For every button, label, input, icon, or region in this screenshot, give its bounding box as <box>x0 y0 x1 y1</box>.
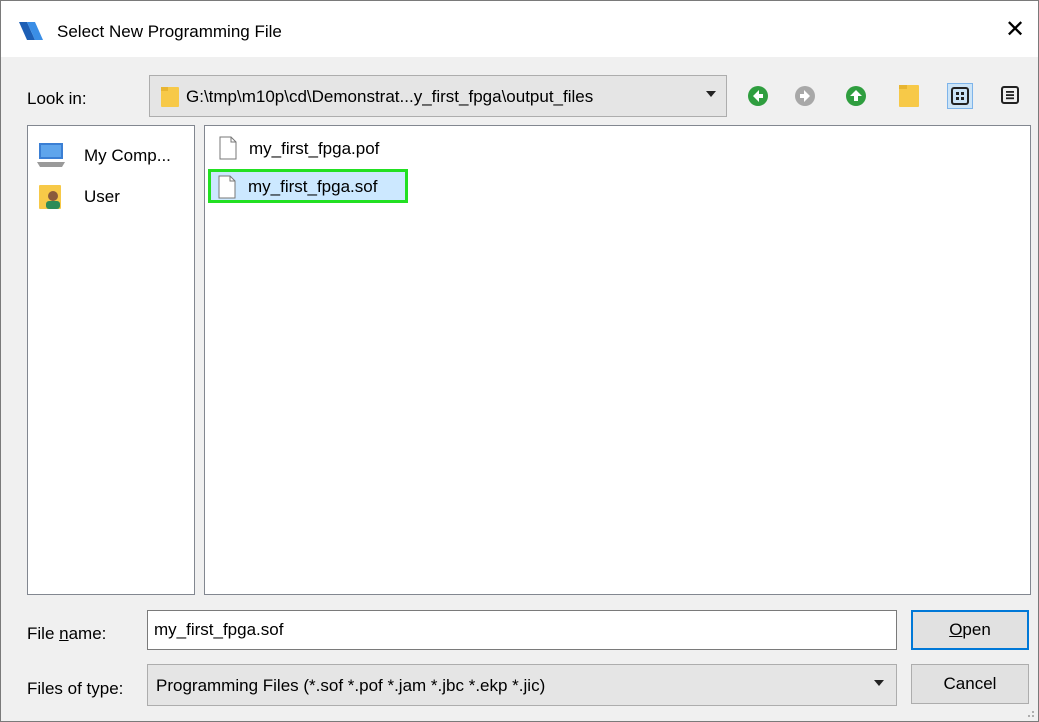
files-of-type-value: Programming Files (*.sof *.pof *.jam *.j… <box>156 676 546 695</box>
back-icon[interactable] <box>746 84 770 108</box>
title-bar: Select New Programming File ✕ <box>1 1 1038 57</box>
file-name: my_first_fpga.pof <box>249 139 380 158</box>
user-folder-icon <box>39 185 61 209</box>
computer-icon <box>37 143 65 167</box>
forward-icon[interactable] <box>793 84 817 108</box>
open-button[interactable]: Open <box>911 610 1029 650</box>
files-of-type-combo[interactable]: Programming Files (*.sof *.pof *.jam *.j… <box>147 664 897 706</box>
sidebar-item-label: My Comp... <box>84 146 171 165</box>
list-item-file-selected[interactable]: my_first_fpga.sof <box>208 169 408 203</box>
dropdown-arrow-icon <box>706 91 716 97</box>
sidebar-item-user[interactable]: User <box>36 181 188 213</box>
file-icon <box>218 175 236 199</box>
places-sidebar: My Comp... User <box>27 125 195 595</box>
file-name-input[interactable] <box>147 610 897 650</box>
sidebar-item-my-computer[interactable]: My Comp... <box>36 140 188 172</box>
list-view-icon <box>951 87 969 105</box>
up-folder-icon[interactable] <box>844 84 868 108</box>
look-in-combo[interactable]: G:\tmp\m10p\cd\Demonstrat...y_first_fpga… <box>149 75 727 117</box>
look-in-path: G:\tmp\m10p\cd\Demonstrat...y_first_fpga… <box>186 87 594 106</box>
detail-view-button[interactable] <box>998 83 1024 109</box>
new-folder-icon[interactable] <box>897 82 921 110</box>
list-item-file[interactable]: my_first_fpga.pof <box>215 134 415 166</box>
sidebar-item-label: User <box>84 187 120 206</box>
close-icon: ✕ <box>1004 15 1026 43</box>
file-dialog: Select New Programming File ✕ Look in: G… <box>0 0 1039 722</box>
file-icon <box>219 136 237 160</box>
quartus-logo-icon <box>19 22 43 40</box>
files-of-type-label: Files of type: <box>27 679 124 698</box>
look-in-label: Look in: <box>27 89 87 108</box>
close-button[interactable]: ✕ <box>992 1 1038 57</box>
file-name-label: File name: <box>27 624 107 643</box>
resize-grip-icon[interactable] <box>1025 708 1035 718</box>
folder-icon <box>161 87 179 107</box>
window-title: Select New Programming File <box>57 22 282 41</box>
file-name: my_first_fpga.sof <box>248 177 378 196</box>
dropdown-arrow-icon <box>874 680 884 686</box>
cancel-button[interactable]: Cancel <box>911 664 1029 704</box>
list-view-button[interactable] <box>947 83 973 109</box>
detail-view-icon <box>1001 86 1019 104</box>
file-list[interactable]: my_first_fpga.pof my_first_fpga.sof <box>204 125 1031 595</box>
